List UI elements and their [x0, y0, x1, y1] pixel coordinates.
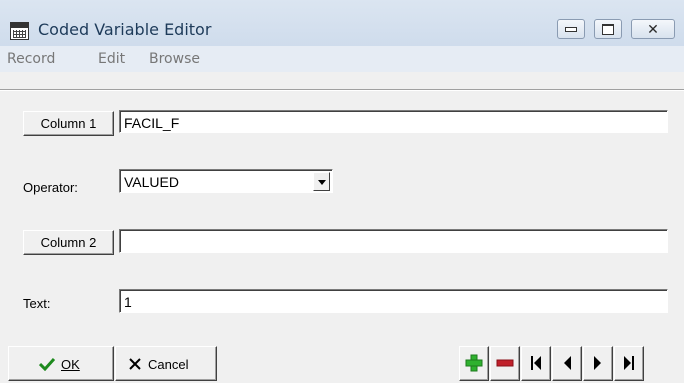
previous-record-button[interactable] [552, 346, 582, 381]
ok-button[interactable]: OK [8, 346, 114, 381]
ok-label: OK [61, 357, 80, 372]
first-record-button[interactable] [521, 346, 551, 381]
cancel-button[interactable]: Cancel [115, 346, 217, 381]
top-separator [0, 72, 684, 90]
delete-record-icon [496, 359, 514, 367]
next-record-button[interactable] [583, 346, 613, 381]
spreadsheet-app-icon[interactable] [10, 22, 29, 40]
last-record-icon [624, 356, 634, 370]
delete-record-button[interactable] [490, 346, 520, 381]
menu-bar: Record Edit Browse [0, 46, 684, 73]
checkmark-icon [39, 357, 55, 371]
text-field[interactable]: 1 [119, 289, 668, 313]
minimize-button[interactable] [557, 19, 585, 39]
x-icon [129, 358, 141, 370]
previous-record-icon [564, 356, 571, 370]
maximize-button[interactable] [594, 19, 622, 39]
maximize-icon [602, 23, 614, 35]
first-record-icon [531, 356, 541, 370]
minimize-icon [565, 27, 577, 32]
close-button[interactable]: ✕ [631, 19, 675, 39]
title-bar[interactable]: Coded Variable Editor ✕ [0, 0, 684, 46]
column1-field[interactable]: FACIL_F [119, 110, 668, 133]
operator-dropdown[interactable]: VALUED [119, 169, 333, 193]
window-title: Coded Variable Editor [38, 20, 212, 39]
next-record-icon [594, 356, 601, 370]
dropdown-arrow-button[interactable] [313, 172, 330, 191]
text-label: Text: [23, 296, 51, 311]
bottom-toolbar: OK Cancel [0, 346, 684, 383]
column2-field[interactable] [119, 229, 668, 253]
add-record-icon [465, 354, 483, 372]
menu-browse[interactable]: Browse [149, 51, 200, 67]
last-record-button[interactable] [614, 346, 644, 381]
form-area: Column 1 FACIL_F Operator: VALUED Column… [0, 72, 684, 346]
close-icon: ✕ [647, 21, 659, 37]
column1-button[interactable]: Column 1 [23, 111, 114, 136]
menu-record[interactable]: Record [7, 51, 55, 67]
cancel-label: Cancel [148, 357, 189, 372]
add-record-button[interactable] [459, 346, 489, 381]
operator-label: Operator: [23, 180, 78, 195]
coded-variable-editor-window: Coded Variable Editor ✕ Record Edit Brow… [0, 0, 684, 383]
column2-button[interactable]: Column 2 [23, 230, 114, 255]
operator-value: VALUED [124, 174, 179, 190]
menu-edit[interactable]: Edit [98, 51, 125, 67]
chevron-down-icon [318, 180, 326, 185]
